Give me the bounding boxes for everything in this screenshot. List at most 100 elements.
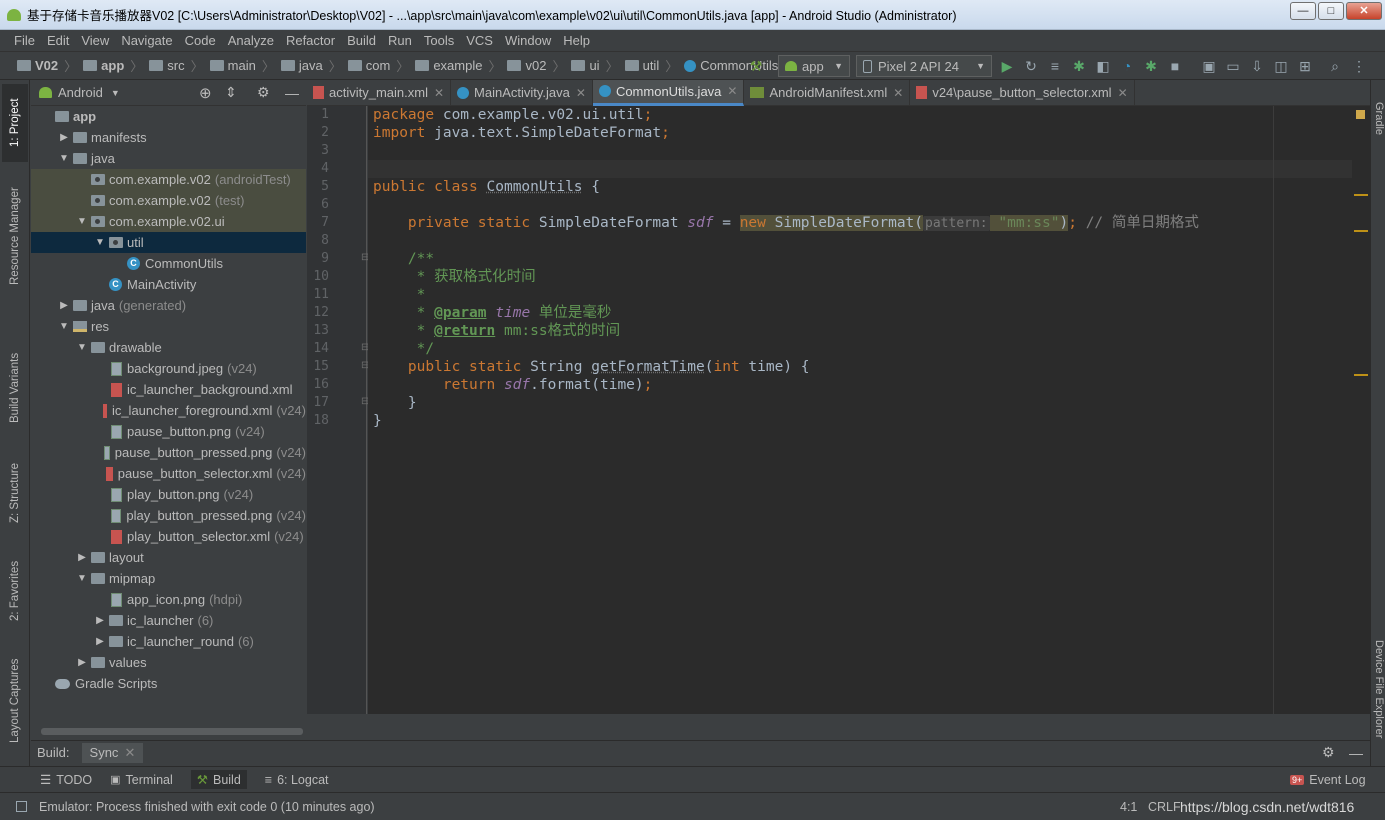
tree-item[interactable]: com.example.v02 (test) xyxy=(31,190,306,211)
layout-inspector-icon[interactable]: ◫ xyxy=(1273,58,1289,74)
tree-item[interactable]: ic_launcher_background.xml xyxy=(31,379,306,400)
run-config-select[interactable]: app ▼ xyxy=(778,55,850,77)
hide-panel-icon[interactable]: — xyxy=(1349,745,1363,761)
gear-icon[interactable]: ⚙ xyxy=(1322,744,1335,761)
tab-resource-manager[interactable]: Resource Manager xyxy=(2,176,28,296)
tree-item[interactable]: app_icon.png (hdpi) xyxy=(31,589,306,610)
collapsed-arrow-icon[interactable]: ▶ xyxy=(57,132,71,143)
menu-file[interactable]: File xyxy=(8,30,41,52)
tab-structure[interactable]: Z: Structure xyxy=(2,450,28,536)
inspection-status-icon[interactable] xyxy=(1356,110,1365,119)
coverage-icon[interactable]: ◧ xyxy=(1095,58,1111,74)
menu-help[interactable]: Help xyxy=(557,30,596,52)
editor-tab[interactable]: v24\pause_button_selector.xml ✕ xyxy=(910,79,1135,106)
editor-error-stripe[interactable] xyxy=(1352,106,1370,714)
tree-item[interactable]: background.jpeg (v24) xyxy=(31,358,306,379)
project-structure-icon[interactable]: ⊞ xyxy=(1297,58,1313,74)
tree-item[interactable]: play_button_pressed.png (v24) xyxy=(31,505,306,526)
expanded-arrow-icon[interactable]: ▼ xyxy=(75,573,89,584)
apply-changes-icon[interactable]: ↻ xyxy=(1023,58,1039,74)
menu-run[interactable]: Run xyxy=(382,30,418,52)
project-view-mode-select[interactable]: Android xyxy=(58,85,103,100)
tab-build-variants[interactable]: Build Variants xyxy=(2,338,28,438)
breadcrumb-item[interactable]: util 〉 xyxy=(622,56,682,75)
tab-layout-captures[interactable]: Layout Captures xyxy=(2,648,28,754)
terminal-tool-button[interactable]: ▣ Terminal xyxy=(110,773,173,787)
cursor-position[interactable]: 4:1 xyxy=(1120,800,1137,814)
sdk-manager-icon[interactable]: ⇩ xyxy=(1249,58,1265,74)
tree-item[interactable]: ▼ util xyxy=(31,232,306,253)
todo-tool-button[interactable]: ☰ TODO xyxy=(40,772,92,788)
breadcrumb-item[interactable]: app 〉 xyxy=(80,56,146,75)
search-icon[interactable]: ⌕ xyxy=(1327,58,1343,74)
breadcrumb-item[interactable]: v02 〉 xyxy=(504,56,568,75)
tree-item[interactable]: ▼ drawable xyxy=(31,337,306,358)
build-tool-button[interactable]: ⚒ Build xyxy=(190,770,247,789)
breadcrumb-item[interactable]: V02 〉 xyxy=(14,56,80,75)
tree-item[interactable]: C CommonUtils xyxy=(31,253,306,274)
event-log-button[interactable]: 9+ Event Log xyxy=(1290,773,1366,787)
close-icon[interactable]: ✕ xyxy=(727,84,737,98)
gear-icon[interactable]: ⚙ xyxy=(257,84,270,101)
profile-icon[interactable]: ◔ xyxy=(1119,58,1135,74)
breadcrumb-item[interactable]: ui 〉 xyxy=(568,56,621,75)
tree-item[interactable]: ▼ res xyxy=(31,316,306,337)
tree-item[interactable]: ic_launcher_foreground.xml (v24) xyxy=(31,400,306,421)
close-icon[interactable]: ✕ xyxy=(1118,86,1128,100)
expanded-arrow-icon[interactable]: ▼ xyxy=(75,342,89,353)
make-project-hammer-icon[interactable]: ⚒ xyxy=(748,58,764,74)
code-editor[interactable]: package com.example.v02.ui.util; import j… xyxy=(368,106,1370,714)
tree-item[interactable]: pause_button_pressed.png (v24) xyxy=(31,442,306,463)
tab-sync[interactable]: Sync ✕ xyxy=(81,742,144,763)
stop-icon[interactable]: ■ xyxy=(1167,58,1183,74)
collapsed-arrow-icon[interactable]: ▶ xyxy=(75,657,89,668)
logcat-tool-button[interactable]: ≡ 6: Logcat xyxy=(265,773,329,787)
tree-item[interactable]: pause_button_selector.xml (v24) xyxy=(31,463,306,484)
editor-tab[interactable]: AndroidManifest.xml ✕ xyxy=(744,79,911,106)
tab-favorites[interactable]: 2: Favorites xyxy=(2,550,28,632)
attach-debugger-icon[interactable]: ✱ xyxy=(1143,58,1159,74)
close-icon[interactable]: ✕ xyxy=(893,86,903,100)
warning-marker[interactable] xyxy=(1354,230,1368,232)
tree-item[interactable]: ▶ ic_launcher (6) xyxy=(31,610,306,631)
tree-item[interactable]: ▶ ic_launcher_round (6) xyxy=(31,631,306,652)
tree-item[interactable]: ▶ layout xyxy=(31,547,306,568)
tree-item[interactable]: play_button_selector.xml (v24) xyxy=(31,526,306,547)
close-icon[interactable]: ✕ xyxy=(434,86,444,100)
tree-item[interactable]: ▼ com.example.v02.ui xyxy=(31,211,306,232)
menu-tools[interactable]: Tools xyxy=(418,30,460,52)
menu-window[interactable]: Window xyxy=(499,30,557,52)
status-message[interactable]: Emulator: Process finished with exit cod… xyxy=(39,800,375,814)
menu-build[interactable]: Build xyxy=(341,30,382,52)
warning-marker[interactable] xyxy=(1354,194,1368,196)
debug-icon[interactable]: ✱ xyxy=(1071,58,1087,74)
line-separator[interactable]: CRLF xyxy=(1148,800,1181,814)
tab-gradle[interactable]: Gradle xyxy=(1371,102,1385,135)
hide-panel-icon[interactable]: — xyxy=(285,85,299,101)
editor-tab[interactable]: MainActivity.java ✕ xyxy=(451,79,593,106)
expanded-arrow-icon[interactable]: ▼ xyxy=(93,237,107,248)
menu-navigate[interactable]: Navigate xyxy=(115,30,178,52)
expanded-arrow-icon[interactable]: ▼ xyxy=(57,321,71,332)
collapsed-arrow-icon[interactable]: ▶ xyxy=(75,552,89,563)
close-icon[interactable]: ✕ xyxy=(576,86,586,100)
tree-item[interactable]: ▶ manifests xyxy=(31,127,306,148)
sync-project-icon[interactable]: ▣ xyxy=(1201,58,1217,74)
close-icon[interactable]: ✕ xyxy=(124,745,135,760)
tree-item[interactable]: Gradle Scripts xyxy=(31,673,306,694)
tab-device-file-explorer[interactable]: Device File Explorer xyxy=(1371,640,1385,738)
tree-item[interactable]: ▼ java xyxy=(31,148,306,169)
tree-item[interactable]: com.example.v02 (androidTest) xyxy=(31,169,306,190)
breadcrumb-item[interactable]: java 〉 xyxy=(278,56,345,75)
tree-item[interactable]: ▶ values xyxy=(31,652,306,673)
warning-marker[interactable] xyxy=(1354,374,1368,376)
expanded-arrow-icon[interactable]: ▼ xyxy=(57,153,71,164)
menu-analyze[interactable]: Analyze xyxy=(222,30,280,52)
maximize-button[interactable]: □ xyxy=(1318,2,1344,20)
tree-item[interactable]: ▶ java (generated) xyxy=(31,295,306,316)
collapsed-arrow-icon[interactable]: ▶ xyxy=(57,300,71,311)
breadcrumb-item[interactable]: com 〉 xyxy=(345,56,413,75)
avd-manager-icon[interactable]: ▭ xyxy=(1225,58,1241,74)
menu-code[interactable]: Code xyxy=(179,30,222,52)
tab-project[interactable]: 1: Project xyxy=(2,84,28,162)
